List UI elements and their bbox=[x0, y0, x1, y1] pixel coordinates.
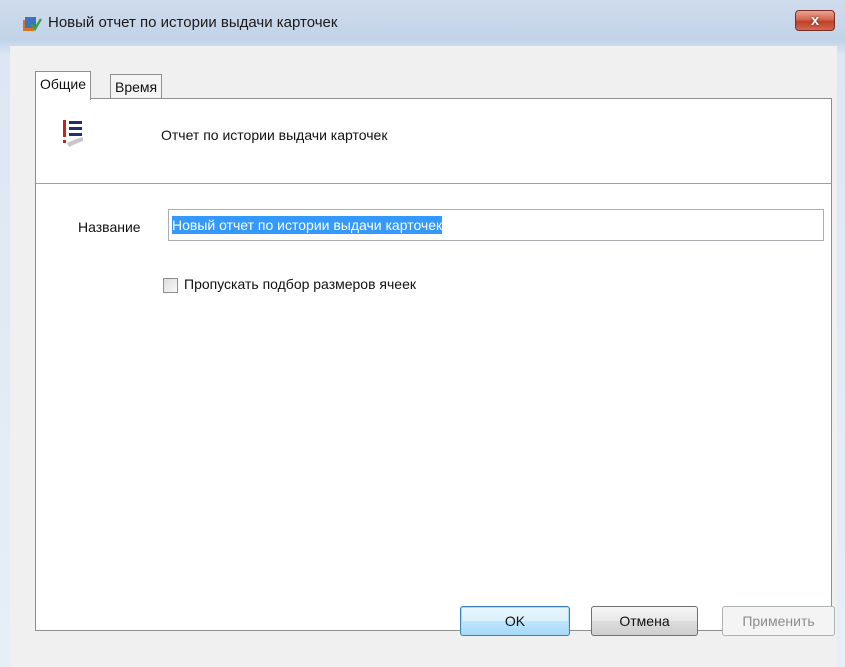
skip-cell-sizing-checkbox[interactable] bbox=[163, 278, 178, 293]
name-label: Название bbox=[78, 219, 141, 235]
divider bbox=[36, 183, 831, 184]
report-type-label: Отчет по истории выдачи карточек bbox=[161, 127, 388, 143]
skip-cell-sizing-label[interactable]: Пропускать подбор размеров ячеек bbox=[184, 276, 416, 292]
dialog-window: Новый отчет по истории выдачи карточек x… bbox=[0, 0, 845, 667]
close-button[interactable]: x bbox=[795, 10, 835, 31]
apply-button[interactable]: Применить bbox=[722, 606, 835, 636]
report-list-icon bbox=[63, 120, 83, 147]
general-tab-panel: Отчет по истории выдачи карточек Названи… bbox=[35, 98, 832, 631]
title-bar[interactable]: Новый отчет по истории выдачи карточек x bbox=[0, 0, 845, 46]
tab-general[interactable]: Общие bbox=[35, 71, 92, 100]
cancel-button[interactable]: Отмена bbox=[591, 606, 698, 636]
name-input-value: Новый отчет по истории выдачи карточек bbox=[172, 216, 443, 234]
name-input[interactable]: Новый отчет по истории выдачи карточек bbox=[168, 209, 824, 241]
tab-time[interactable]: Время bbox=[110, 74, 163, 100]
dialog-client-area: Общие Время Отчет по истории выдачи карт… bbox=[10, 46, 837, 667]
window-title: Новый отчет по истории выдачи карточек bbox=[48, 14, 338, 31]
report-app-icon bbox=[23, 17, 42, 32]
close-icon: x bbox=[810, 12, 820, 29]
ok-button[interactable]: OK bbox=[460, 606, 570, 636]
